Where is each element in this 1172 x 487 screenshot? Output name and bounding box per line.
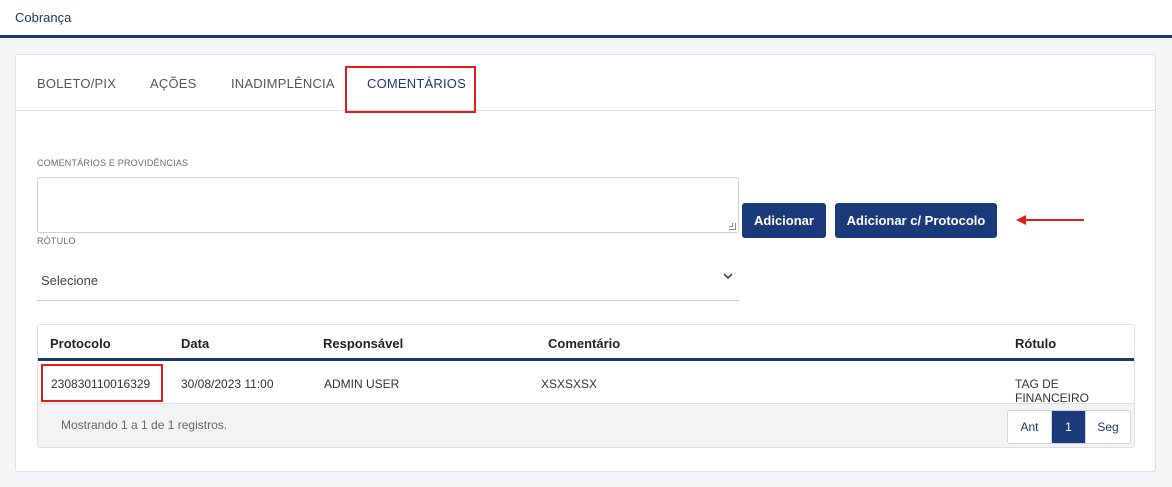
add-with-protocol-button[interactable]: Adicionar c/ Protocolo <box>835 203 997 238</box>
top-bar: Cobrança <box>0 0 1172 38</box>
column-header-comentario: Comentário <box>548 336 621 351</box>
page-title: Cobrança <box>15 10 72 25</box>
tab-inadimplencia[interactable]: INADIMPLÊNCIA <box>231 76 335 91</box>
rotulo-select-value: Selecione <box>41 273 99 288</box>
column-header-responsavel: Responsável <box>323 336 404 351</box>
cell-rotulo: TAG DE FINANCEIRO <box>1015 377 1090 405</box>
tab-boleto-pix[interactable]: BOLETO/PIX <box>37 76 116 91</box>
column-header-data: Data <box>181 336 210 351</box>
column-header-protocolo: Protocolo <box>50 336 111 351</box>
red-arrow-icon <box>1016 215 1084 225</box>
add-button[interactable]: Adicionar <box>742 203 826 238</box>
protocol-highlight-box <box>41 364 163 402</box>
tab-acoes[interactable]: AÇÕES <box>150 76 197 91</box>
chevron-down-icon <box>723 273 733 280</box>
column-header-rotulo: Rótulo <box>1015 336 1057 351</box>
cell-data: 30/08/2023 11:00 <box>181 377 274 391</box>
table-footer: Mostrando 1 a 1 de 1 registros. Ant 1 Se… <box>38 403 1134 447</box>
resize-grip-icon[interactable] <box>729 223 736 230</box>
records-info: Mostrando 1 a 1 de 1 registros. <box>61 418 228 432</box>
comments-textarea[interactable] <box>37 177 739 233</box>
tab-highlight-box <box>345 66 476 113</box>
pagination-page-1[interactable]: 1 <box>1052 411 1085 443</box>
tab-bar: BOLETO/PIX AÇÕES INADIMPLÊNCIA COMENTÁRI… <box>16 55 1155 113</box>
pagination: Ant 1 Seg <box>1007 410 1131 444</box>
rotulo-select[interactable]: Selecione <box>37 261 739 301</box>
rotulo-label: RÓTULO <box>37 236 76 246</box>
table-row: 230830110016329 30/08/2023 11:00 ADMIN U… <box>38 361 1134 405</box>
cell-responsavel: ADMIN USER <box>324 377 400 391</box>
content-panel: BOLETO/PIX AÇÕES INADIMPLÊNCIA COMENTÁRI… <box>15 54 1156 472</box>
comments-table: Protocolo Data Responsável Comentário Ró… <box>37 324 1135 448</box>
pagination-next-button[interactable]: Seg <box>1085 411 1130 443</box>
table-header: Protocolo Data Responsável Comentário Ró… <box>38 325 1134 361</box>
comments-label: COMENTÁRIOS E PROVIDÊNCIAS <box>37 158 189 168</box>
pagination-prev-button[interactable]: Ant <box>1008 411 1052 443</box>
cell-comentario: XSXSXSX <box>541 377 598 391</box>
